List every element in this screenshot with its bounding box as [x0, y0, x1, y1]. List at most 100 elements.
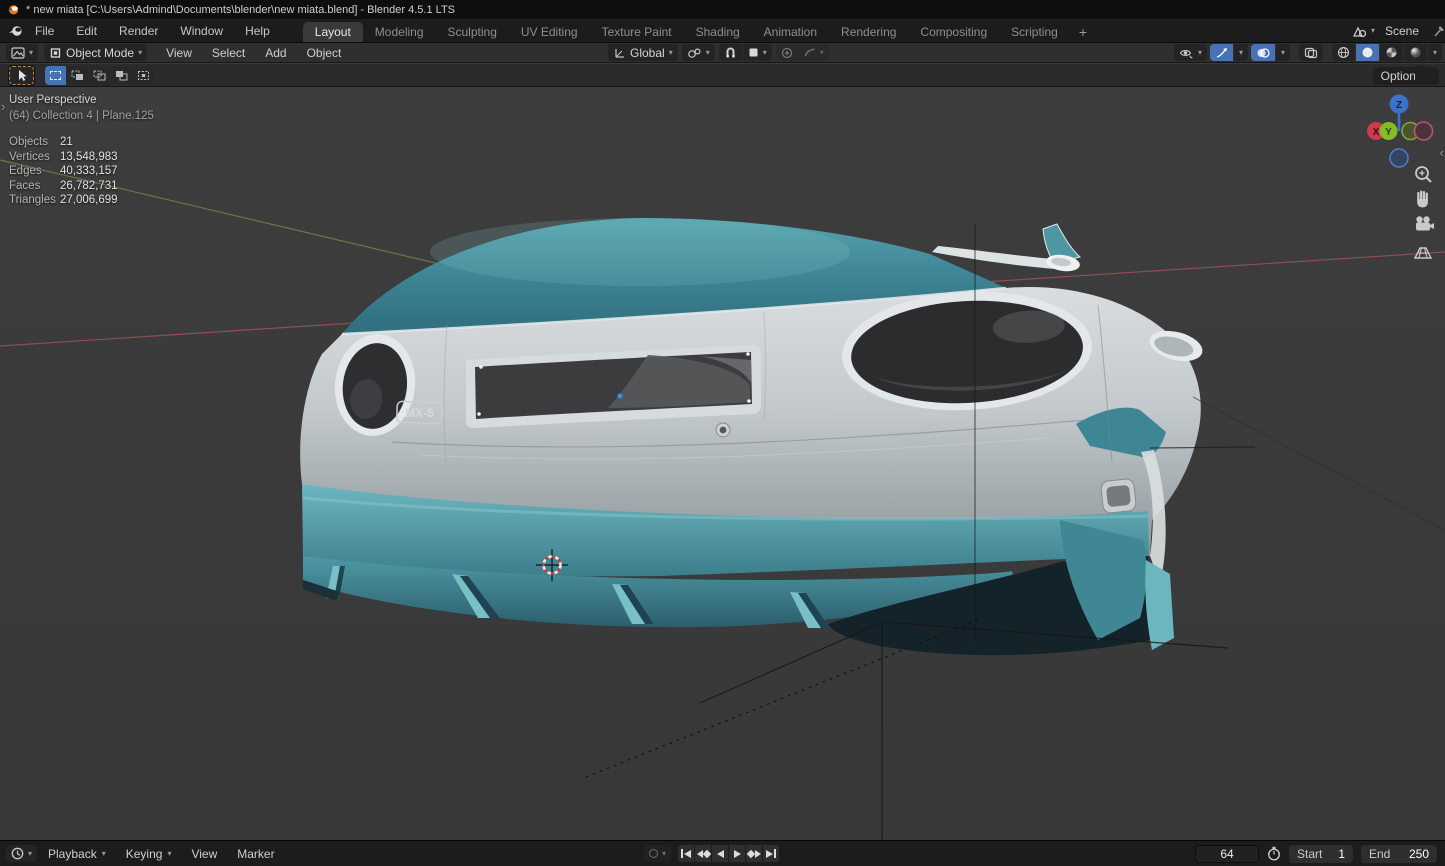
tab-compositing[interactable]: Compositing	[908, 22, 999, 42]
visibility-dropdown[interactable]	[1174, 44, 1207, 61]
tab-shading[interactable]: Shading	[684, 22, 752, 42]
trunk-keyhole	[715, 422, 731, 438]
next-keyframe-button[interactable]	[746, 845, 762, 862]
stopwatch-icon[interactable]	[1267, 846, 1281, 861]
timeline-view-menu[interactable]: View	[182, 847, 226, 861]
show-overlays-toggle[interactable]	[1251, 44, 1275, 61]
record-circle-icon	[649, 849, 658, 858]
tab-scripting[interactable]: Scripting	[999, 22, 1070, 42]
tab-modeling[interactable]: Modeling	[363, 22, 436, 42]
play-reverse-button[interactable]	[712, 845, 728, 862]
gizmo-arrow-icon	[1215, 47, 1228, 59]
jump-to-start-button[interactable]	[678, 845, 694, 862]
snap-settings-dropdown[interactable]	[743, 44, 772, 61]
menu-add[interactable]: Add	[256, 46, 295, 60]
play-button[interactable]	[729, 845, 745, 862]
pivot-point-icon	[687, 47, 702, 59]
gizmo-settings-dropdown[interactable]	[1234, 44, 1248, 61]
stat-value: 27,006,699	[60, 194, 118, 209]
add-workspace-button[interactable]: +	[1070, 22, 1096, 42]
blender-menu-icon[interactable]	[8, 23, 24, 39]
gizmo-axis-x-neg[interactable]	[1415, 122, 1433, 140]
tab-layout[interactable]: Layout	[303, 22, 363, 42]
xray-toggle[interactable]	[1299, 44, 1323, 61]
clock-icon	[11, 847, 24, 860]
select-mode-intersect[interactable]	[133, 66, 154, 85]
proportional-falloff-dropdown[interactable]	[799, 44, 829, 61]
zoom-icon[interactable]	[1416, 167, 1431, 182]
menu-file[interactable]: File	[24, 19, 65, 42]
view-name: User Perspective	[9, 94, 154, 106]
orientation-label: Global	[630, 46, 665, 60]
tab-texture-paint[interactable]: Texture Paint	[590, 22, 684, 42]
viewport-header: Object Mode View Select Add Object Globa…	[0, 43, 1445, 63]
active-tool-select-box[interactable]	[8, 65, 35, 86]
perspective-ortho-icon[interactable]	[1415, 248, 1431, 258]
svg-text:MX-5: MX-5	[405, 406, 434, 420]
stat-value: 26,782,731	[60, 180, 118, 195]
tab-animation[interactable]: Animation	[752, 22, 829, 42]
transform-orientation-dropdown[interactable]: Global	[608, 44, 678, 61]
frame-end-field[interactable]: End 250	[1361, 845, 1437, 863]
select-mode-set[interactable]	[45, 66, 66, 85]
gizmo-axis-z-neg[interactable]	[1390, 149, 1408, 167]
proportional-edit-group	[776, 44, 829, 61]
miata-car-model[interactable]: MX-5 mazda	[300, 218, 1205, 655]
title-bar: * new miata [C:\Users\Admind\Documents\b…	[0, 0, 1445, 19]
select-mode-extend[interactable]	[67, 66, 88, 85]
editor-type-button[interactable]	[6, 44, 38, 61]
overlays-icon	[1256, 47, 1270, 59]
select-mode-subtract[interactable]	[89, 66, 110, 85]
playback-menu[interactable]: Playback	[39, 847, 115, 861]
shading-settings-dropdown[interactable]	[1428, 44, 1442, 61]
shading-wireframe-button[interactable]	[1332, 44, 1355, 61]
pin-icon[interactable]	[1433, 24, 1445, 38]
navigation-gizmo[interactable]: Z X Y	[1353, 91, 1445, 171]
orientation-axes-icon	[613, 47, 626, 59]
auto-keying-toggle[interactable]	[644, 845, 671, 862]
shading-solid-button[interactable]	[1356, 44, 1379, 61]
stat-label: Objects	[9, 136, 60, 151]
current-frame-field[interactable]: 64	[1195, 845, 1259, 863]
camera-view-icon[interactable]	[1416, 216, 1434, 230]
keying-menu[interactable]: Keying	[117, 847, 181, 861]
select-mode-invert[interactable]	[111, 66, 132, 85]
menu-help[interactable]: Help	[234, 19, 281, 42]
menu-window[interactable]: Window	[169, 19, 234, 42]
overlays-settings-dropdown[interactable]	[1276, 44, 1290, 61]
toolbar-expand-arrow[interactable]: ›	[1, 99, 5, 114]
jump-to-end-button[interactable]	[763, 845, 779, 862]
menu-select[interactable]: Select	[203, 46, 254, 60]
viewport-canvas[interactable]: MX-5 mazda	[0, 87, 1445, 840]
timeline-marker-menu[interactable]: Marker	[228, 847, 283, 861]
show-gizmo-toggle[interactable]	[1210, 44, 1233, 61]
menu-object[interactable]: Object	[298, 46, 351, 60]
tab-rendering[interactable]: Rendering	[829, 22, 908, 42]
scene-name[interactable]: Scene	[1379, 24, 1429, 38]
tab-sculpting[interactable]: Sculpting	[436, 22, 509, 42]
menu-view[interactable]: View	[157, 46, 201, 60]
pan-hand-icon[interactable]	[1417, 191, 1428, 208]
timeline-editor-type-button[interactable]	[6, 845, 37, 862]
pivot-point-dropdown[interactable]	[682, 44, 715, 61]
proportional-edit-icon	[781, 47, 793, 59]
shading-material-button[interactable]	[1380, 44, 1403, 61]
tab-uv-editing[interactable]: UV Editing	[509, 22, 590, 42]
frame-start-field[interactable]: Start 1	[1289, 845, 1353, 863]
viewport-nav-icons	[1408, 162, 1438, 266]
cursor-arrow-icon	[16, 69, 28, 82]
playback-label: Playback	[48, 847, 97, 861]
proportional-edit-toggle[interactable]	[776, 44, 798, 61]
start-label: Start	[1297, 847, 1322, 861]
viewport-3d[interactable]: MX-5 mazda	[0, 87, 1445, 840]
end-value: 250	[1409, 847, 1429, 861]
shading-rendered-button[interactable]	[1404, 44, 1427, 61]
keying-label: Keying	[126, 847, 163, 861]
menu-render[interactable]: Render	[108, 19, 169, 42]
mode-dropdown[interactable]: Object Mode	[44, 44, 147, 61]
menu-edit[interactable]: Edit	[65, 19, 108, 42]
prev-keyframe-button[interactable]	[695, 845, 711, 862]
snap-toggle[interactable]	[719, 44, 742, 61]
scene-icon[interactable]	[1351, 23, 1367, 39]
scene-browse-caret[interactable]	[1371, 27, 1375, 35]
